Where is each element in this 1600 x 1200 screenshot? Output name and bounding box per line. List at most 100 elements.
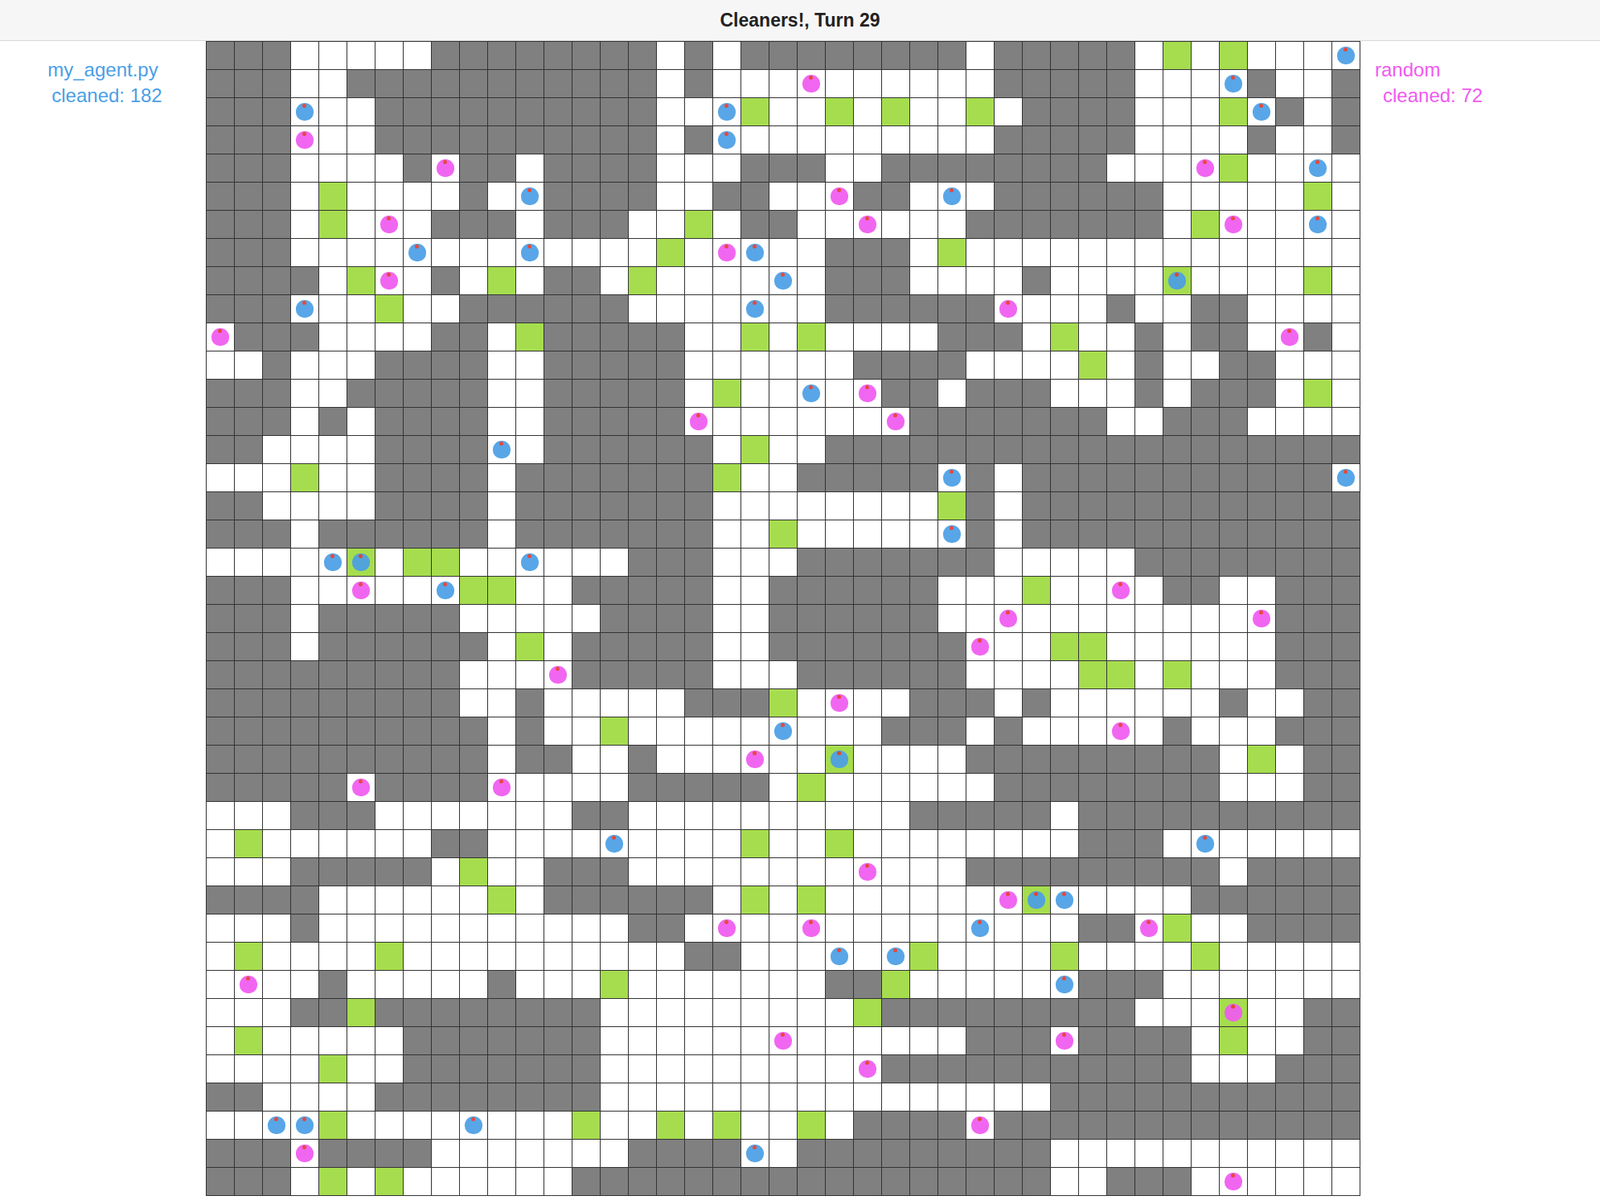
board-cell	[966, 1139, 994, 1167]
board-cell	[403, 942, 431, 970]
board-cell	[938, 801, 966, 829]
board-cell	[262, 1083, 291, 1111]
agent-icon	[521, 553, 539, 571]
board-cell	[262, 238, 291, 267]
board-cell	[516, 463, 544, 492]
board-cell	[1107, 1054, 1135, 1083]
board-cell	[1078, 998, 1107, 1026]
board-cell	[1107, 689, 1135, 717]
board-cell	[206, 801, 234, 829]
board-cell	[403, 41, 431, 70]
game-board	[205, 41, 1361, 1196]
agent-icon	[1308, 159, 1327, 177]
board-cell	[910, 266, 938, 295]
board-cell	[600, 548, 628, 576]
board-cell	[375, 829, 403, 858]
board-cell	[431, 238, 460, 267]
board-cell	[206, 1054, 234, 1083]
board-cell	[1247, 266, 1276, 295]
board-cell	[516, 1026, 544, 1055]
board-cell	[262, 829, 291, 858]
board-cell	[488, 379, 516, 407]
board-cell	[516, 1083, 544, 1111]
board-cell	[825, 942, 854, 970]
board-cell	[1275, 773, 1304, 801]
board-cell	[1050, 773, 1079, 801]
board-cell	[825, 69, 854, 98]
board-cell	[431, 266, 460, 295]
board-cell	[1247, 1083, 1276, 1111]
board-cell	[544, 69, 572, 98]
board-cell	[994, 857, 1022, 886]
board-cell	[1247, 886, 1276, 914]
board-cell	[544, 942, 572, 970]
board-cell	[1050, 576, 1079, 604]
board-cell	[572, 407, 600, 435]
board-cell	[488, 351, 516, 379]
board-cell	[347, 801, 375, 829]
board-cell	[882, 801, 910, 829]
board-cell	[994, 801, 1022, 829]
agent-icon	[717, 918, 736, 937]
board-cell	[741, 942, 769, 970]
board-cell	[685, 1026, 713, 1055]
board-cell	[1219, 182, 1248, 210]
agent-icon	[295, 1144, 314, 1162]
board-cell	[1107, 435, 1135, 464]
board-cell	[1022, 689, 1051, 717]
board-cell	[1247, 463, 1276, 492]
board-cell	[769, 773, 797, 801]
board-cell	[1078, 351, 1107, 379]
board-cell	[769, 492, 797, 520]
board-cell	[741, 266, 769, 295]
board-cell	[1219, 238, 1248, 267]
board-cell	[1219, 1026, 1248, 1055]
board-cell	[1050, 323, 1079, 351]
agent-icon	[464, 1115, 483, 1134]
board-cell	[910, 182, 938, 210]
agent-icon	[1224, 1172, 1243, 1190]
board-cell	[910, 463, 938, 492]
board-cell	[1219, 266, 1248, 295]
board-cell	[431, 1139, 460, 1167]
board-cell	[994, 717, 1022, 745]
board-cell	[206, 745, 234, 773]
board-cell	[1219, 886, 1248, 914]
board-cell	[910, 886, 938, 914]
board-cell	[319, 1026, 347, 1055]
board-cell	[403, 689, 431, 717]
board-cell	[375, 210, 403, 238]
board-cell	[628, 576, 657, 604]
board-cell	[769, 576, 797, 604]
board-cell	[1107, 548, 1135, 576]
board-cell	[206, 69, 234, 98]
board-cell	[656, 914, 685, 942]
board-cell	[938, 520, 966, 548]
board-cell	[741, 182, 769, 210]
board-cell	[1163, 98, 1191, 126]
board-cell	[910, 773, 938, 801]
board-cell	[882, 295, 910, 323]
board-cell	[853, 210, 882, 238]
board-cell	[1050, 210, 1079, 238]
board-cell	[938, 857, 966, 886]
board-cell	[459, 98, 488, 126]
board-cell	[431, 463, 460, 492]
board-cell	[488, 407, 516, 435]
board-cell	[769, 379, 797, 407]
player-score: cleaned: 182	[43, 82, 162, 109]
board-cell	[797, 998, 825, 1026]
board-cell	[685, 126, 713, 154]
board-cell	[628, 323, 657, 351]
board-cell	[459, 829, 488, 858]
board-cell	[234, 1054, 263, 1083]
board-cell	[1022, 942, 1051, 970]
board-cell	[1332, 660, 1360, 689]
board-cell	[741, 520, 769, 548]
board-cell	[600, 210, 628, 238]
board-cell	[1304, 407, 1332, 435]
board-cell	[403, 1167, 431, 1195]
board-cell	[713, 41, 741, 70]
board-cell	[938, 238, 966, 267]
board-cell	[1247, 182, 1276, 210]
